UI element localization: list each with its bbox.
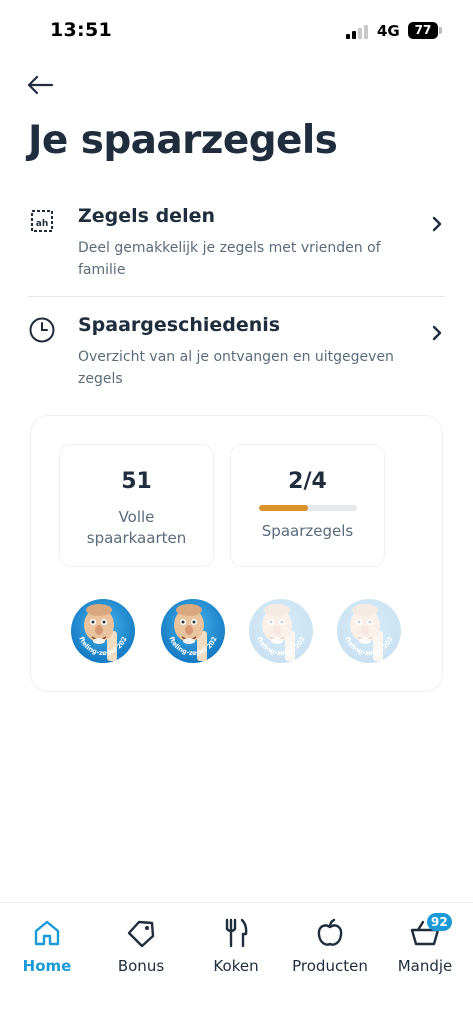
tab-home[interactable]: Home — [0, 917, 94, 975]
page-title: Je spaarzegels — [28, 118, 338, 163]
tab-label: Home — [22, 957, 72, 975]
chevron-right-icon — [429, 324, 445, 342]
full-cards-box: 51 Volle spaarkaarten — [59, 444, 214, 567]
clock-icon — [28, 316, 58, 346]
svg-text:ah: ah — [36, 219, 48, 229]
stamp-row: Efteling-zegel 2026 Efteling-zegel 2026 … — [67, 591, 409, 667]
share-stamps-icon: ah — [28, 207, 58, 237]
bonus-tag-icon — [125, 917, 157, 949]
stamp-collected: Efteling-zegel 2026 — [67, 591, 137, 665]
tab-producten[interactable]: Producten — [283, 917, 377, 975]
stamps-progress-fill — [259, 505, 308, 511]
menu-item-history[interactable]: Spaargeschiedenis Overzicht van al je on… — [28, 314, 445, 394]
menu-item-title: Zegels delen — [78, 205, 215, 227]
full-cards-count: 51 — [121, 469, 152, 494]
tab-label: Bonus — [117, 957, 165, 975]
status-bar: 13:51 4G 77 — [0, 0, 473, 62]
bottom-tab-bar: Home Bonus Koken Producten 92 Mandje — [0, 902, 473, 1024]
tab-koken[interactable]: Koken — [189, 917, 283, 975]
stamp-empty: Efteling-zegel 2026 — [245, 591, 315, 665]
stamps-count: 2/4 — [288, 469, 327, 494]
arrow-left-icon — [27, 75, 54, 95]
tab-mandje[interactable]: 92 Mandje — [378, 913, 472, 975]
cutlery-icon — [220, 917, 252, 949]
apple-icon — [314, 917, 346, 949]
basket-icon: 92 — [409, 913, 452, 949]
stamps-progress-bar — [259, 505, 357, 511]
stamps-box: 2/4 Spaarzegels — [230, 444, 385, 567]
chevron-right-icon — [429, 215, 445, 233]
cart-count-badge: 92 — [427, 913, 452, 931]
stamp-empty: Efteling-zegel 2026 — [333, 591, 403, 665]
status-time: 13:51 — [50, 19, 112, 41]
battery-cap — [439, 27, 442, 34]
tab-label: Producten — [292, 957, 368, 975]
home-icon — [31, 917, 63, 949]
menu-item-subtitle: Deel gemakkelijk je zegels met vrienden … — [78, 240, 381, 278]
menu-item-share-stamps[interactable]: ah Zegels delen Deel gemakkelijk je zege… — [28, 205, 445, 285]
back-button[interactable] — [26, 70, 62, 100]
divider — [28, 296, 445, 297]
stamps-label: Spaarzegels — [261, 522, 354, 540]
tab-label: Koken — [213, 957, 259, 975]
menu-item-title: Spaargeschiedenis — [78, 314, 281, 336]
stamp-collected: Efteling-zegel 2026 — [157, 591, 227, 665]
tab-bonus[interactable]: Bonus — [94, 917, 188, 975]
full-cards-label: Volle spaarkaarten — [86, 508, 187, 547]
menu-item-subtitle: Overzicht van al je ontvangen en uitgege… — [78, 349, 394, 387]
signal-icon — [346, 25, 370, 39]
stamps-summary-card: 51 Volle spaarkaarten 2/4 Spaarzegels Ef… — [30, 415, 443, 692]
tab-label: Mandje — [397, 957, 453, 975]
battery-icon: 77 — [408, 22, 438, 39]
network-type: 4G — [377, 22, 400, 40]
